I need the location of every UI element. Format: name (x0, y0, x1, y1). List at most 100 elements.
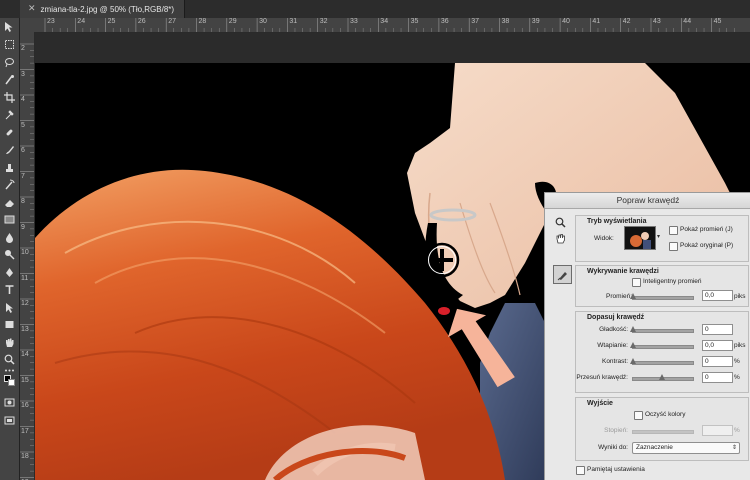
color-swatches-icon[interactable] (3, 374, 16, 387)
remember-settings-checkbox[interactable] (576, 466, 585, 475)
close-tab-icon[interactable]: ✕ (28, 4, 36, 14)
contrast-unit: % (734, 358, 740, 365)
output-title: Wyjście (586, 400, 614, 407)
view-dropdown-chevron-icon[interactable]: ▾ (657, 233, 660, 240)
output-section: Wyjście Oczyść kolory Stopień: % Wyniki … (575, 397, 749, 461)
horizontal-ruler[interactable]: 23 24 25 26 27 28 29 30 31 32 33 34 35 36 37 38 39 40 41 42… (20, 18, 750, 33)
hand-icon[interactable] (3, 336, 16, 349)
ruler-tick-label: 18 (21, 453, 29, 460)
ruler-tick-label: 26 (137, 18, 146, 25)
ruler-tick-label: 23 (47, 18, 55, 25)
edge-detection-title: Wykrywanie krawędzi (586, 268, 660, 275)
ruler-tick-label: 30 (259, 18, 267, 25)
smooth-input[interactable]: 0 (702, 324, 733, 335)
adjust-edge-title: Dopasuj krawędź (586, 314, 646, 321)
pen-icon[interactable] (3, 266, 16, 279)
show-radius-checkbox[interactable] (669, 226, 678, 235)
eraser-icon[interactable] (3, 196, 16, 209)
decontaminate-label: Oczyść kolory (645, 411, 686, 418)
ruler-tick-label: 41 (592, 18, 601, 25)
ruler-tick-label: 29 (228, 18, 237, 25)
refine-radius-tool-icon[interactable] (553, 265, 572, 284)
contrast-input[interactable]: 0 (702, 356, 733, 367)
ruler-tick-label: 32 (319, 18, 328, 25)
ruler-tick-label: 4 (21, 96, 25, 103)
radius-slider-thumb[interactable] (630, 293, 636, 299)
lasso-icon[interactable] (3, 56, 16, 69)
clone-stamp-icon[interactable] (3, 161, 16, 174)
document-tab-bar: ✕ zmiana-tla-2.jpg @ 50% (Tło,RGB/8*) (0, 0, 750, 19)
crop-icon[interactable] (3, 91, 16, 104)
radius-slider[interactable] (632, 296, 694, 300)
remember-settings-label: Pamiętaj ustawienia (587, 466, 645, 473)
path-select-icon[interactable] (3, 301, 16, 314)
document-tab[interactable]: ✕ zmiana-tla-2.jpg @ 50% (Tło,RGB/8*) (20, 0, 186, 18)
marquee-icon[interactable] (3, 38, 16, 51)
vertical-ruler[interactable]: 2345678910111213141516171819 (20, 32, 35, 480)
shift-edge-label: Przesuń krawędź: (576, 374, 628, 381)
dodge-icon[interactable] (3, 248, 16, 261)
feather-slider[interactable] (632, 345, 694, 349)
decontaminate-checkbox[interactable] (634, 411, 643, 420)
ruler-tick-label: 38 (501, 18, 510, 25)
quick-select-icon[interactable] (3, 73, 16, 86)
smooth-slider-thumb[interactable] (630, 326, 636, 332)
shift-edge-slider-thumb[interactable] (659, 374, 665, 380)
ruler-tick-label: 44 (683, 18, 692, 25)
screen-mode-icon[interactable] (3, 414, 16, 427)
document-tab-title: zmiana-tla-2.jpg @ 50% (Tło,RGB/8*) (40, 4, 175, 14)
ruler-tick-label: 24 (77, 18, 86, 25)
ruler-tick-label: 5 (21, 121, 25, 129)
feather-label: Wtapianie: (597, 342, 628, 349)
ruler-tick-label: 45 (713, 18, 722, 25)
ruler-tick-label: 39 (531, 18, 540, 25)
tutorial-arrow-icon (447, 308, 515, 388)
ruler-tick-label: 15 (21, 376, 29, 384)
select-arrows-icon: ⇕ (731, 445, 737, 451)
gradient-icon[interactable] (3, 213, 16, 226)
smooth-slider[interactable] (632, 329, 694, 333)
adjust-edge-section: Dopasuj krawędź Gładkość: 0 Wtapianie: 0… (575, 311, 749, 393)
tools-panel (0, 18, 20, 480)
ruler-tick-label: 3 (21, 70, 25, 78)
type-icon[interactable] (3, 283, 16, 296)
eyedropper-icon[interactable] (3, 108, 16, 121)
refine-edge-dialog: Popraw krawędź Tryb wyświetlania Widok: … (544, 192, 750, 480)
feather-slider-thumb[interactable] (630, 342, 636, 348)
ruler-tick-label: 17 (21, 427, 29, 435)
contrast-slider-thumb[interactable] (630, 358, 636, 364)
contrast-slider[interactable] (632, 361, 694, 365)
amount-input (702, 425, 733, 436)
show-radius-label: Pokaż promień (J) (680, 226, 733, 233)
view-mode-section: Tryb wyświetlania Widok: ▾ Pokaż promień… (575, 215, 749, 262)
move-icon[interactable] (3, 20, 16, 33)
ruler-tick-label: 31 (289, 18, 298, 25)
ruler-tick-label: 35 (410, 18, 419, 25)
show-original-checkbox[interactable] (669, 242, 678, 251)
hand-tool-icon[interactable] (553, 231, 568, 246)
output-to-select[interactable]: Zaznaczenie ⇕ (632, 442, 740, 454)
ruler-tick-label: 43 (653, 18, 661, 25)
ruler-tick-label: 40 (562, 18, 570, 25)
quick-mask-icon[interactable] (3, 396, 16, 409)
ruler-tick-label: 2 (21, 45, 25, 52)
output-to-label: Wyniki do: (598, 444, 628, 451)
feather-input[interactable]: 0,0 (702, 340, 733, 351)
ruler-tick-label: 28 (198, 18, 207, 25)
healing-brush-icon[interactable] (3, 126, 16, 139)
brush-icon[interactable] (3, 143, 16, 156)
ruler-tick-label: 37 (471, 18, 479, 25)
ruler-tick-label: 27 (168, 18, 176, 25)
blur-icon[interactable] (3, 231, 16, 244)
history-brush-icon[interactable] (3, 178, 16, 191)
smart-radius-checkbox[interactable] (632, 278, 641, 287)
view-mode-thumbnail[interactable] (624, 226, 656, 250)
ruler-tick-label: 10 (21, 249, 29, 256)
shift-edge-input[interactable]: 0 (702, 372, 733, 383)
zoom-tool-icon[interactable] (553, 215, 568, 230)
ruler-tick-label: 14 (21, 351, 29, 358)
ruler-tick-label: 25 (107, 18, 116, 25)
ruler-tick-label: 42 (622, 18, 631, 25)
radius-input[interactable]: 0,0 (702, 290, 733, 301)
shape-icon[interactable] (3, 318, 16, 331)
